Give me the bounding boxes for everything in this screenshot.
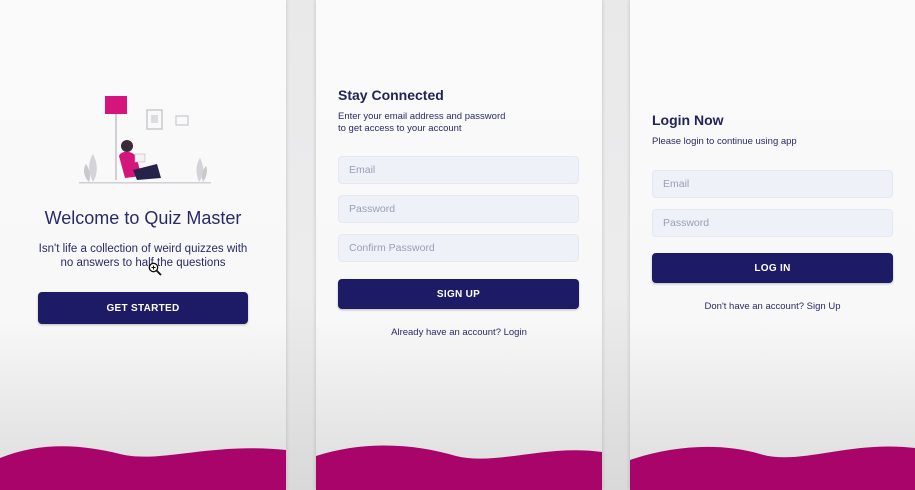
- zoom-cursor-icon: [148, 262, 162, 276]
- password-field[interactable]: Password: [652, 209, 893, 237]
- reading-person-illustration: [79, 96, 211, 184]
- decorative-wave: [0, 446, 286, 490]
- decorative-wave: [630, 446, 915, 490]
- get-started-button[interactable]: GET STARTED: [38, 292, 248, 324]
- welcome-title: Welcome to Quiz Master: [44, 208, 242, 228]
- signup-subtitle-line: to get access to your account: [338, 123, 462, 134]
- login-link[interactable]: Already have an account? Login: [316, 327, 602, 338]
- login-subtitle: Please login to continue using app: [652, 136, 797, 147]
- email-field[interactable]: Email: [338, 156, 579, 184]
- welcome-subtitle: Isn't life a collection of weird quizzes…: [20, 242, 266, 270]
- signup-subtitle-line: Enter your email address and password: [338, 111, 506, 122]
- login-title: Login Now: [652, 112, 724, 128]
- signup-screen: Stay Connected Enter your email address …: [316, 0, 602, 490]
- welcome-subtitle-line: no answers to half the questions: [60, 257, 226, 269]
- decorative-wave: [316, 445, 602, 490]
- email-field[interactable]: Email: [652, 170, 893, 198]
- signup-subtitle: Enter your email address and password to…: [338, 111, 505, 135]
- sign-up-link[interactable]: Don't have an account? Sign Up: [630, 301, 915, 312]
- signup-title: Stay Connected: [338, 87, 444, 103]
- welcome-subtitle-line: Isn't life a collection of weird quizzes…: [38, 243, 248, 255]
- welcome-screen: Welcome to Quiz Master Isn't life a coll…: [0, 0, 286, 490]
- log-in-button[interactable]: LOG IN: [652, 253, 893, 283]
- password-field[interactable]: Password: [338, 195, 579, 223]
- login-screen: Login Now Please login to continue using…: [630, 0, 915, 490]
- confirm-password-field[interactable]: Confirm Password: [338, 234, 579, 262]
- sign-up-button[interactable]: SIGN UP: [338, 279, 579, 309]
